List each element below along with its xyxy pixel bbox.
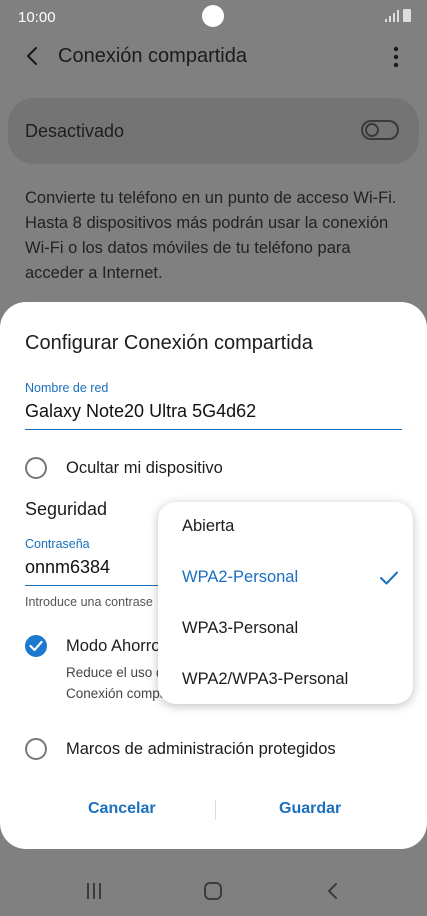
option-label: WPA2-Personal [182,568,299,586]
password-input[interactable]: onnm6384 [25,557,110,578]
option-label: WPA2/WPA3-Personal [182,670,349,688]
protected-frames-label: Marcos de administración protegidos [66,740,336,758]
nav-back-icon[interactable] [326,882,340,900]
button-divider [215,800,216,820]
hotspot-switch[interactable] [361,120,399,140]
security-option-wpa3[interactable]: WPA3-Personal [158,604,413,654]
power-saving-desc-line-2: Conexión compa [66,686,168,701]
toggle-label: Desactivado [25,121,125,141]
status-bar: 10:00 [0,0,427,34]
app-bar: Conexión compartida [0,34,427,80]
security-dropdown: Abierta WPA2-Personal WPA3-Personal WPA2… [158,502,413,704]
security-option-open[interactable]: Abierta [158,502,413,552]
password-hint: Introduce una contrase [25,595,153,609]
checkmark-icon [29,640,43,652]
network-name-label: Nombre de red [25,381,109,395]
switch-knob [365,123,379,137]
hotspot-description: Convierte tu teléfono en un punto de acc… [25,189,397,282]
option-label: Abierta [182,517,235,535]
password-underline [25,585,165,586]
protected-frames-checkbox[interactable] [25,738,47,760]
cancel-button[interactable]: Cancelar [88,800,156,818]
status-time: 10:00 [18,9,56,26]
power-saving-checkbox[interactable] [25,635,47,657]
network-name-input[interactable]: Galaxy Note20 Ultra 5G4d62 [25,401,256,422]
more-vertical-icon[interactable] [393,46,399,68]
navigation-bar [0,862,427,916]
signal-icon [385,9,399,22]
back-arrow-icon[interactable] [22,44,44,68]
power-saving-desc-line-1: Reduce el uso d [66,665,164,680]
status-icons [385,9,411,22]
security-option-wpa2[interactable]: WPA2-Personal [158,553,413,603]
save-button[interactable]: Guardar [279,800,341,818]
password-label: Contraseña [25,537,90,551]
hide-device-checkbox[interactable] [25,457,47,479]
hide-device-label: Ocultar mi dispositivo [66,459,223,477]
camera-cutout [202,5,224,27]
hotspot-toggle-card[interactable]: Desactivado [8,98,419,164]
power-saving-label: Modo Ahorro [66,637,161,655]
security-option-wpa2-wpa3[interactable]: WPA2/WPA3-Personal [158,655,413,705]
battery-icon [403,9,411,22]
check-icon [380,571,398,585]
page-title: Conexión compartida [58,45,247,67]
network-name-underline [25,429,402,430]
security-label[interactable]: Seguridad [25,499,107,520]
home-icon[interactable] [203,882,223,900]
recents-icon[interactable] [85,882,103,900]
dialog-title: Configurar Conexión compartida [25,332,313,354]
option-label: WPA3-Personal [182,619,299,637]
